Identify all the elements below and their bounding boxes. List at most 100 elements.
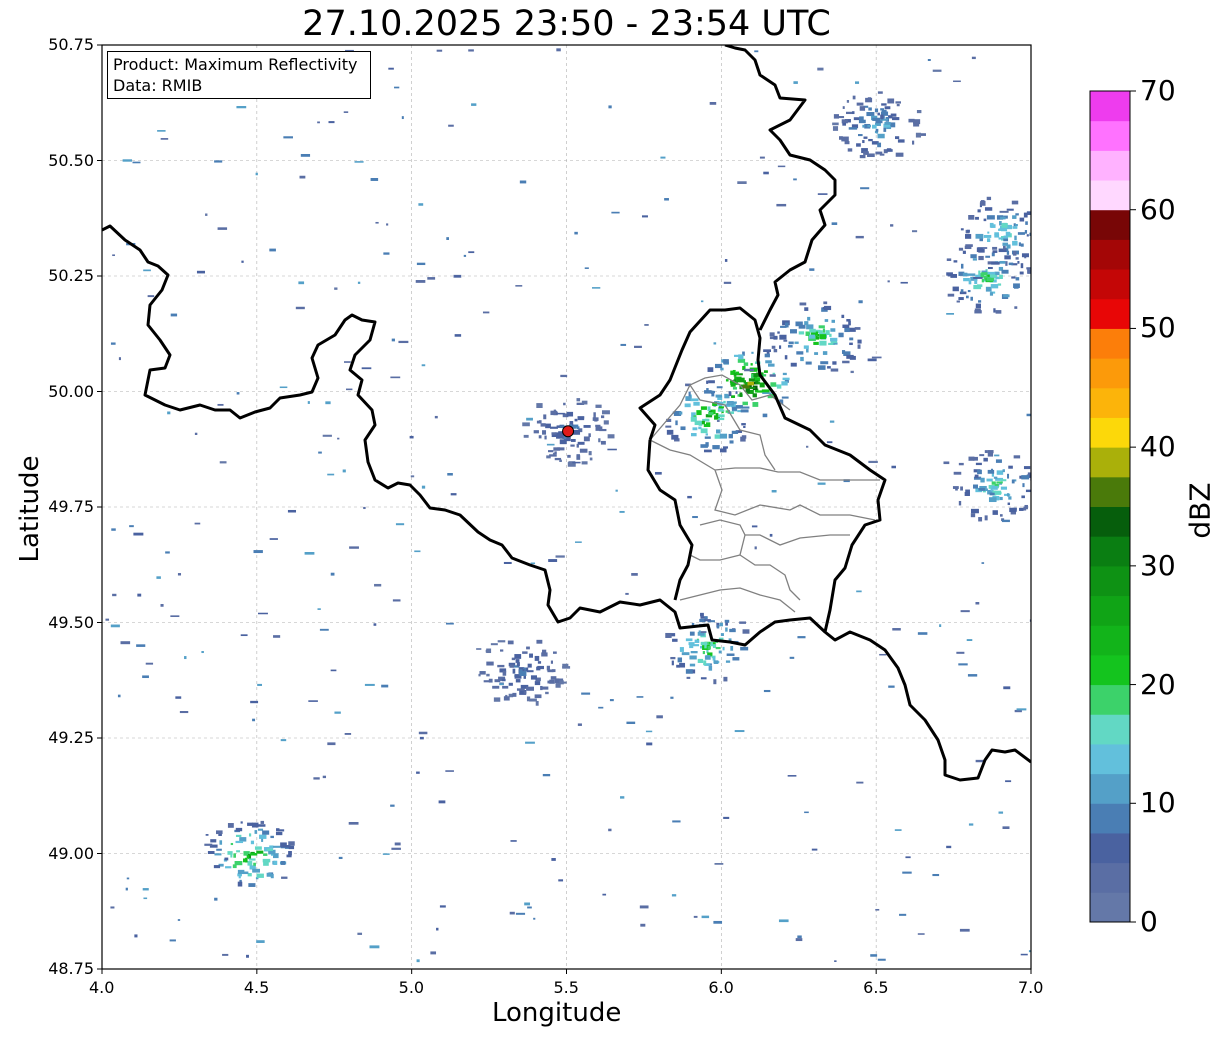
clutter-pixel <box>398 340 409 344</box>
clutter-pixel <box>307 401 310 404</box>
echo-pixel <box>743 425 746 429</box>
echo-pixel <box>523 691 527 694</box>
echo-pixel <box>765 360 772 364</box>
colorbar-segment <box>1090 91 1130 122</box>
echo-pixel <box>1012 226 1018 229</box>
clutter-pixel <box>645 730 653 733</box>
echo-pixel <box>842 106 845 109</box>
echo-pixel <box>984 450 988 453</box>
echo-pixel <box>847 148 853 152</box>
clutter-pixel <box>319 628 329 631</box>
clutter-pixel <box>737 181 747 184</box>
clutter-pixel <box>476 648 482 650</box>
colorbar-segment <box>1090 684 1130 715</box>
echo-pixel <box>1019 271 1024 275</box>
echo-pixel <box>751 373 754 379</box>
echo-pixel <box>507 640 514 645</box>
echo-pixel <box>998 237 1004 240</box>
echo-pixel <box>764 353 770 358</box>
echo-pixel <box>956 300 960 303</box>
clutter-pixel <box>252 718 256 722</box>
clutter-pixel <box>499 683 504 685</box>
clutter-pixel <box>556 412 565 415</box>
echo-pixel <box>978 255 984 261</box>
echo-pixel <box>576 454 580 459</box>
clutter-pixel <box>783 339 788 342</box>
echo-pixel <box>540 685 543 691</box>
clutter-pixel <box>241 260 244 263</box>
echo-pixel <box>227 823 234 828</box>
echo-pixel <box>690 398 699 402</box>
echo-pixel <box>1006 250 1010 255</box>
echo-pixel <box>725 627 728 632</box>
echo-pixel <box>254 830 258 834</box>
clutter-pixel <box>870 954 878 957</box>
echo-pixel <box>270 835 274 839</box>
echo-pixel <box>240 821 243 824</box>
clutter-pixel <box>890 224 894 227</box>
clutter-pixel <box>317 121 320 124</box>
y-tick-label: 50.75 <box>48 35 94 54</box>
echo-pixel <box>729 628 736 633</box>
clutter-pixel <box>932 69 942 72</box>
echo-pixel <box>544 435 547 440</box>
echo-pixel <box>742 406 750 409</box>
echo-pixel <box>990 487 993 492</box>
echo-pixel <box>716 429 721 434</box>
clutter-pixel <box>981 562 985 564</box>
echo-pixel <box>790 329 797 334</box>
clutter-pixel <box>258 824 266 827</box>
clutter-pixel <box>391 338 395 342</box>
echo-pixel <box>725 660 731 663</box>
echo-pixel <box>579 448 588 453</box>
echo-pixel <box>999 496 1003 501</box>
echo-pixel <box>262 830 270 835</box>
clutter-pixel <box>357 932 363 935</box>
echo-pixel <box>809 328 816 333</box>
clutter-pixel <box>334 711 341 714</box>
echo-pixel <box>694 639 700 643</box>
echo-pixel <box>968 214 975 220</box>
clutter-pixel <box>313 777 320 780</box>
y-tick-label: 48.75 <box>48 959 94 978</box>
echo-pixel <box>1007 473 1010 479</box>
echo-pixel <box>732 657 740 661</box>
echo-pixel <box>543 414 547 420</box>
clutter-pixel <box>179 711 189 714</box>
clutter-pixel <box>132 161 141 164</box>
echo-pixel <box>536 420 542 424</box>
clutter-pixel <box>196 270 206 274</box>
echo-pixel <box>856 102 864 106</box>
echo-pixel <box>522 422 530 427</box>
clutter-pixel <box>1003 686 1011 690</box>
clutter-pixel <box>877 958 886 961</box>
echo-pixel <box>866 112 875 117</box>
echo-pixel <box>819 340 827 346</box>
echo-pixel <box>1002 469 1005 473</box>
echo-pixel <box>740 409 749 413</box>
echo-pixel <box>729 440 734 444</box>
echo-pixel <box>671 660 674 666</box>
colorbar-tick-label: 70 <box>1140 74 1176 107</box>
clutter-pixel <box>409 435 414 439</box>
clutter-pixel <box>975 602 980 605</box>
echo-pixel <box>219 840 223 845</box>
echo-pixel <box>1013 283 1020 289</box>
echo-pixel <box>679 411 683 415</box>
echo-pixel <box>827 366 831 369</box>
y-tick-label: 49.75 <box>48 497 94 516</box>
echo-pixel <box>534 681 541 686</box>
clutter-pixel <box>894 829 902 831</box>
clutter-pixel <box>609 699 614 702</box>
echo-pixel <box>975 233 984 239</box>
echo-pixel <box>263 861 269 866</box>
echo-pixel <box>1043 236 1050 239</box>
clutter-pixel <box>242 871 249 875</box>
echo-pixel <box>515 679 521 683</box>
echo-pixel <box>708 665 713 671</box>
echo-pixel <box>526 696 531 702</box>
clutter-pixel <box>448 124 454 127</box>
echo-pixel <box>991 481 996 485</box>
colorbar-segment <box>1090 832 1130 864</box>
echo-pixel <box>516 688 525 691</box>
